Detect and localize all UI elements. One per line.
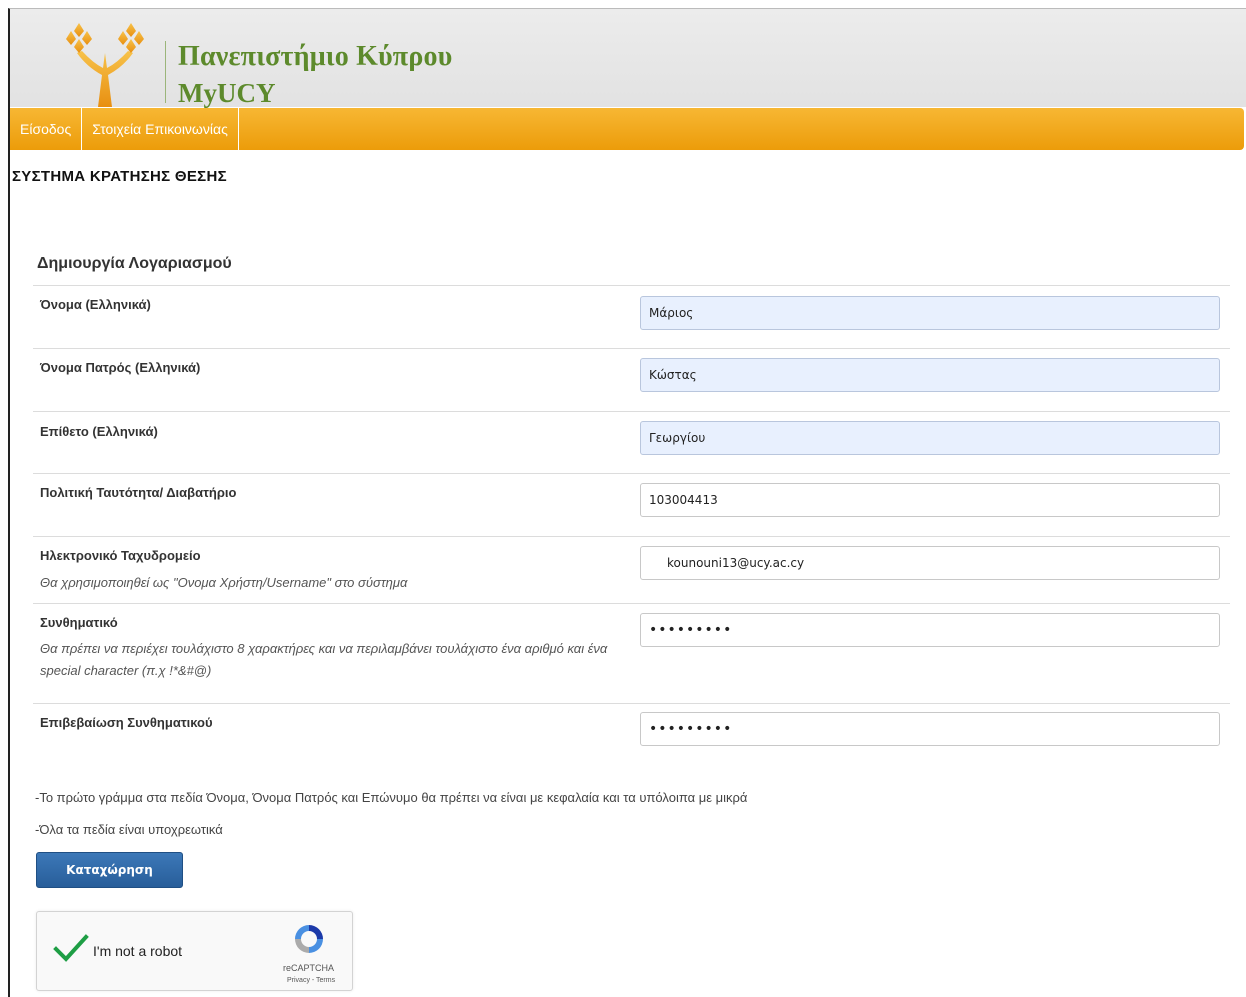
email-help-text: Θα χρησιμοποιηθεί ως "Ονομα Χρήστη/Usern… [40, 575, 408, 590]
first-name-label: Όνομα (Ελληνικά) [40, 297, 151, 312]
form-row-first-name: Όνομα (Ελληνικά) [33, 285, 1230, 348]
password-label: Συνθηματικό [40, 615, 118, 630]
password-confirm-input[interactable] [640, 712, 1220, 746]
father-name-input[interactable] [640, 358, 1220, 392]
password-confirm-label: Επιβεβαίωση Συνθηματικού [40, 715, 213, 730]
nav-item-login[interactable]: Είσοδος [10, 108, 83, 150]
form-row-id-passport: Πολιτική Ταυτότητα/ Διαβατήριο [33, 473, 1230, 536]
submit-button[interactable]: Καταχώρηση [36, 852, 183, 888]
recaptcha-label: I'm not a robot [93, 943, 183, 959]
form-row-surname: Επίθετο (Ελληνικά) [33, 411, 1230, 473]
portal-name: MyUCY [178, 78, 276, 108]
form-row-password: Συνθηματικό Θα πρέπει να περιέχει τουλάχ… [33, 603, 1230, 703]
carob-tree-logo-icon [66, 23, 144, 107]
id-passport-input[interactable] [640, 483, 1220, 517]
email-input[interactable] [640, 546, 1220, 580]
password-input[interactable] [640, 613, 1220, 647]
form-row-password-confirm: Επιβεβαίωση Συνθηματικού [33, 703, 1230, 758]
id-passport-label: Πολιτική Ταυτότητα/ Διαβατήριο [40, 485, 237, 500]
checkmark-icon[interactable] [53, 934, 89, 964]
first-name-input[interactable] [640, 296, 1220, 330]
email-label: Ηλεκτρονικό Ταχυδρομείο [40, 548, 201, 563]
header-banner: Πανεπιστήμιο Κύπρου MyUCY [10, 9, 1246, 108]
main-navbar: Είσοδος Στοιχεία Επικοινωνίας [10, 108, 1244, 150]
recaptcha-widget: I'm not a robot reCAPTCHA Privacy - Term… [36, 911, 353, 991]
logo-divider [165, 41, 166, 103]
surname-label: Επίθετο (Ελληνικά) [40, 424, 158, 439]
page-heading: ΣΥΣΤΗΜΑ ΚΡΑΤΗΣΗΣ ΘΕΣΗΣ [12, 168, 227, 185]
form-row-email: Ηλεκτρονικό Ταχυδρομείο Θα χρησιμοποιηθε… [33, 536, 1230, 603]
note-capitalization: -Το πρώτο γράμμα στα πεδία Όνομα, Όνομα … [35, 790, 748, 805]
password-help-text: Θα πρέπει να περιέχει τουλάχιστο 8 χαρακ… [40, 641, 608, 678]
father-name-label: Όνομα Πατρός (Ελληνικά) [40, 360, 201, 375]
recaptcha-privacy-terms[interactable]: Privacy - Terms [287, 977, 335, 984]
recaptcha-logo-icon [295, 925, 323, 953]
recaptcha-brand: reCAPTCHA [283, 963, 335, 973]
university-name: Πανεπιστήμιο Κύπρου [178, 41, 453, 72]
form-row-father-name: Όνομα Πατρός (Ελληνικά) [33, 348, 1230, 411]
section-title: Δημιουργία Λογαριασμού [37, 255, 232, 272]
nav-item-contact[interactable]: Στοιχεία Επικοινωνίας [82, 108, 239, 150]
surname-input[interactable] [640, 421, 1220, 455]
registration-form: Όνομα (Ελληνικά) Όνομα Πατρός (Ελληνικά)… [33, 285, 1230, 758]
note-required-fields: -Όλα τα πεδία είναι υποχρεωτικά [35, 822, 223, 837]
